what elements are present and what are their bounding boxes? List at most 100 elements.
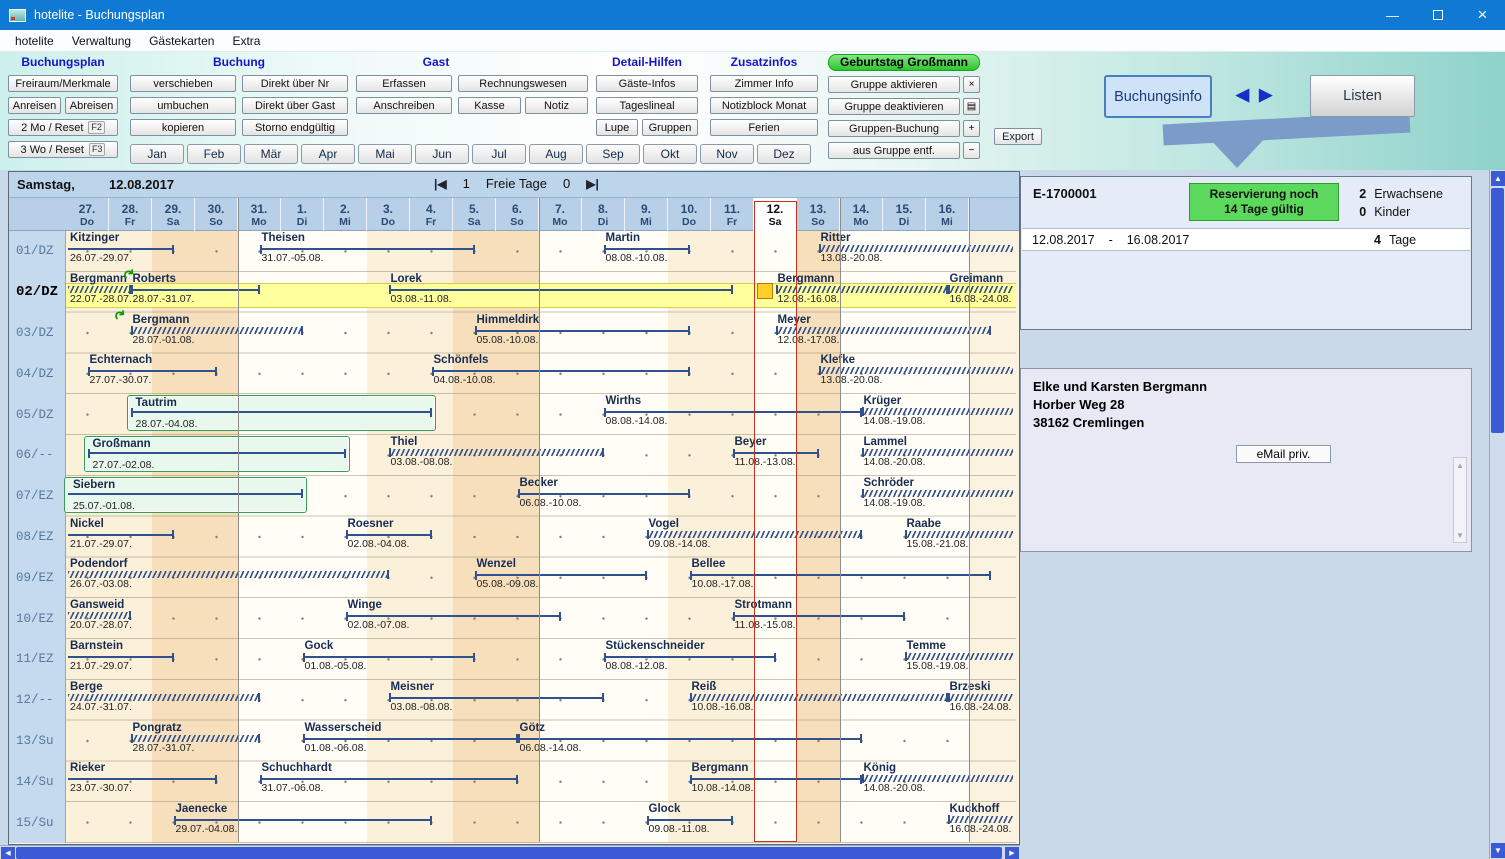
booking-bar[interactable]: Bergmann10.08.-14.08. (690, 761, 862, 802)
booking-bar[interactable]: Krüger14.08.-19.08. (862, 394, 1014, 435)
anschreiben-button[interactable]: Anschreiben (356, 97, 452, 114)
day-header-cell[interactable]: 27.Do (66, 198, 109, 231)
aus-gruppe-entf--button[interactable]: aus Gruppe entf. (828, 142, 960, 159)
booking-bar[interactable]: Himmeldirk05.08.-10.08. (475, 313, 690, 354)
kopieren-button[interactable]: kopieren (130, 119, 236, 136)
next-arrow-icon[interactable]: ▶ (1259, 85, 1272, 105)
booking-bar[interactable]: Martin08.08.-10.08. (604, 231, 690, 272)
booking-bar[interactable]: Kuckhoff16.08.-24.08. (948, 802, 1014, 843)
booking-bar[interactable]: Winge02.08.-07.08. (346, 598, 561, 639)
booking-bar[interactable]: Bellee10.08.-17.08. (690, 557, 991, 598)
booking-bar[interactable]: Bergmann22.07.-28.07. (68, 272, 131, 313)
booking-bar[interactable]: Götz06.08.-14.08. (518, 721, 862, 762)
verschieben-button[interactable]: verschieben (130, 75, 236, 92)
storno-button[interactable]: Storno endgültig (242, 119, 348, 136)
room-label[interactable]: 06/-- (9, 435, 66, 476)
booking-bar[interactable]: Glock09.08.-11.08. (647, 802, 733, 843)
day-header-cell[interactable]: 8.Di (582, 198, 625, 231)
ferien-button[interactable]: Ferien (710, 119, 818, 136)
room-label[interactable]: 01/DZ (9, 231, 66, 272)
booking-bar[interactable]: Schönfels04.08.-10.08. (432, 353, 690, 394)
booking-bar[interactable]: Strotmann11.08.-15.08. (733, 598, 905, 639)
gruppe-aktivieren-button[interactable]: Gruppe aktivieren (828, 76, 960, 93)
day-header-cell[interactable]: 7.Mo (539, 198, 582, 231)
room-label[interactable]: 09/EZ (9, 557, 66, 598)
booking-bar[interactable]: Schröder14.08.-19.08. (862, 476, 1014, 517)
scroll-down-icon[interactable]: ▼ (1454, 529, 1466, 541)
vertical-scrollbar[interactable]: ▲ ▼ (1489, 170, 1505, 859)
room-label[interactable]: 13/Su (9, 721, 66, 762)
booking-bar[interactable]: Gock01.08.-05.08. (303, 639, 475, 680)
booking-bar[interactable]: Wasserscheid01.08.-06.08. (303, 721, 518, 762)
scroll-down-arrow[interactable]: ▼ (1491, 843, 1505, 858)
booking-bar[interactable]: Thiel03.08.-08.08. (389, 435, 604, 476)
room-label[interactable]: 08/EZ (9, 517, 66, 558)
menu-item-verwaltung[interactable]: Verwaltung (63, 32, 140, 50)
booking-bar[interactable]: Bergmann12.08.-16.08. (776, 272, 948, 313)
scroll-right-arrow[interactable]: ▶ (1005, 847, 1019, 859)
menu-item-extra[interactable]: Extra (223, 32, 269, 50)
day-header-cell[interactable]: 31.Mo (238, 198, 281, 231)
room-label[interactable]: 03/DZ (9, 313, 66, 354)
booking-group-bar[interactable]: Großmann27.07.-02.08. (88, 435, 346, 476)
tageslineal-button[interactable]: Tageslineal (596, 97, 698, 114)
booking-bar[interactable]: Nickel21.07.-29.07. (68, 517, 174, 558)
room-label[interactable]: 02/DZ (9, 272, 66, 313)
day-header-cell[interactable]: 5.Sa (453, 198, 496, 231)
gruppe-action-icon[interactable]: ▤ (963, 98, 980, 115)
vertical-scroll-thumb[interactable] (1491, 188, 1504, 433)
skip-start-icon[interactable]: |◀ (434, 177, 447, 191)
day-header-cell[interactable]: 9.Mi (625, 198, 668, 231)
booking-bar[interactable]: Echternach27.07.-30.07. (88, 353, 217, 394)
booking-bar[interactable]: Schuchhardt31.07.-06.08. (260, 761, 518, 802)
booking-bar[interactable]: Podendorf26.07.-03.08. (68, 557, 389, 598)
direkt-ueber-gast-button[interactable]: Direkt über Gast (242, 97, 348, 114)
gruppe-action-icon[interactable]: × (963, 76, 980, 93)
booking-bar[interactable]: Stückenschneider08.08.-12.08. (604, 639, 776, 680)
month-tab-okt[interactable]: Okt (643, 144, 697, 164)
booking-bar[interactable]: Rieker23.07.-30.07. (68, 761, 217, 802)
maximize-button[interactable] (1415, 0, 1460, 30)
month-tab-nov[interactable]: Nov (700, 144, 754, 164)
freiraum-merkmale-button[interactable]: Freiraum/Merkmale (8, 75, 118, 92)
month-tab-apr[interactable]: Apr (301, 144, 355, 164)
notizblock-monat-button[interactable]: Notizblock Monat (710, 97, 818, 114)
booking-bar[interactable]: Vogel09.08.-14.08. (647, 517, 862, 558)
booking-group-bar[interactable]: Siebern25.07.-01.08. (68, 476, 303, 517)
minimize-button[interactable]: — (1370, 0, 1415, 30)
skip-end-icon[interactable]: ▶| (586, 177, 599, 191)
day-header-cell[interactable]: 30.So (195, 198, 238, 231)
gruppen-button[interactable]: Gruppen (642, 119, 698, 136)
booking-bar[interactable]: Ritter13.08.-20.08. (819, 231, 1014, 272)
prev-arrow-icon[interactable]: ◀ (1236, 85, 1249, 105)
scroll-up-arrow[interactable]: ▲ (1491, 171, 1505, 186)
booking-bar[interactable]: Theisen31.07.-05.08. (260, 231, 475, 272)
booking-bar[interactable]: Meisner03.08.-08.08. (389, 680, 604, 721)
day-header-cell[interactable]: 3.Do (367, 198, 410, 231)
month-tab-jul[interactable]: Jul (472, 144, 526, 164)
export-button[interactable]: Export (994, 128, 1042, 145)
booking-bar[interactable]: Roberts28.07.-31.07. (131, 272, 260, 313)
gruppen-buchung-button[interactable]: Gruppen-Buchung (828, 120, 960, 137)
booking-bar[interactable]: Klefke13.08.-20.08. (819, 353, 1014, 394)
booking-bar[interactable]: König14.08.-20.08. (862, 761, 1014, 802)
day-header-cell[interactable]: 28.Fr (109, 198, 152, 231)
reset-2mo-button[interactable]: 2 Mo / Reset F2 (8, 119, 118, 136)
booking-bar[interactable]: Barnstein21.07.-29.07. (68, 639, 174, 680)
zimmer-info-button[interactable]: Zimmer Info (710, 75, 818, 92)
room-label[interactable]: 10/EZ (9, 598, 66, 639)
day-header-cell[interactable]: 15.Di (883, 198, 926, 231)
day-header-cell[interactable]: 14.Mo (840, 198, 883, 231)
booking-bar[interactable]: Gansweid20.07.-28.07. (68, 598, 131, 639)
day-header-cell[interactable]: 2.Mi (324, 198, 367, 231)
booking-bar[interactable]: Greimann16.08.-24.08. (948, 272, 1014, 313)
booking-bar[interactable]: Beyer11.08.-13.08. (733, 435, 819, 476)
day-header-cell[interactable]: 10.Do (668, 198, 711, 231)
month-tab-dez[interactable]: Dez (757, 144, 811, 164)
horizontal-scroll-thumb[interactable] (16, 847, 1002, 859)
kasse-button[interactable]: Kasse (458, 97, 521, 114)
rechnungswesen-button[interactable]: Rechnungswesen (458, 75, 588, 92)
day-header-cell[interactable]: 16.Mi (926, 198, 969, 231)
booking-bar[interactable]: Reiß10.08.-16.08. (690, 680, 948, 721)
booking-bar[interactable]: Meyer12.08.-17.08. (776, 313, 991, 354)
